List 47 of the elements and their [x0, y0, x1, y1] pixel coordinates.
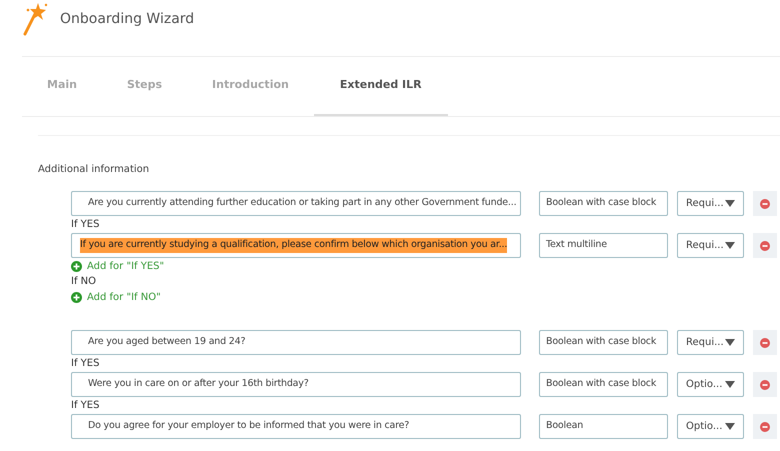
remove-button[interactable] [753, 191, 777, 216]
branch-label: If YES [71, 357, 100, 371]
requirement-dropdown[interactable]: Requi... [677, 330, 744, 355]
caret-icon [725, 381, 735, 388]
question-field[interactable]: Are you aged between 19 and 24? [71, 330, 521, 355]
remove-button[interactable] [753, 414, 777, 439]
caret-icon [725, 200, 735, 207]
question-text: If you are currently studying a qualification, please confirm below which organisation you ar... [80, 238, 508, 253]
remove-button[interactable] [753, 233, 777, 258]
type-field[interactable]: Text multiline [539, 233, 668, 258]
question-text: Are you currently attending further education or taking part in any other Government funde... [87, 196, 516, 210]
minus-circle-icon [760, 198, 770, 208]
tab[interactable]: Extended ILR [314, 57, 448, 116]
caret-icon [725, 242, 735, 249]
branch-label: If NO [71, 275, 96, 289]
remove-button[interactable] [753, 330, 777, 355]
plus-circle-icon [71, 260, 82, 272]
type-field[interactable]: Boolean with case block [539, 191, 668, 216]
branch-label: If YES [71, 218, 100, 232]
requirement-dropdown[interactable]: Optio... [677, 372, 744, 397]
magic-wand-icon [22, 2, 48, 36]
type-field[interactable]: Boolean [539, 414, 668, 439]
question-text: Were you in care on or after your 16th birthday? [87, 377, 309, 392]
question-text: Do you agree for your employer to be informed that you were in care? [87, 419, 410, 434]
requirement-dropdown[interactable]: Requi... [677, 191, 744, 216]
question-field[interactable]: If you are currently studying a qualification, please confirm below which organisation you ar... [71, 233, 521, 258]
add-link[interactable]: Add for "If NO" [71, 290, 161, 304]
remove-button[interactable] [753, 372, 777, 397]
question-field[interactable]: Are you currently attending further education or taking part in any other Government funde... [71, 191, 521, 216]
caret-icon [725, 423, 735, 430]
type-field[interactable]: Boolean with case block [539, 372, 668, 397]
minus-circle-icon [760, 338, 770, 348]
add-link[interactable]: Add for "If YES" [71, 259, 164, 273]
minus-circle-icon [760, 422, 770, 432]
section-title: Additional information [38, 163, 150, 177]
minus-circle-icon [760, 380, 770, 390]
question-text: Are you aged between 19 and 24? [87, 335, 246, 350]
requirement-dropdown[interactable]: Requi... [677, 233, 744, 258]
question-field[interactable]: Do you agree for your employer to be informed that you were in care? [71, 414, 521, 439]
question-field[interactable]: Were you in care on or after your 16th birthday? [71, 372, 521, 397]
type-field[interactable]: Boolean with case block [539, 330, 668, 355]
branch-label: If YES [71, 399, 100, 413]
plus-circle-icon [71, 292, 82, 302]
minus-circle-icon [760, 240, 770, 250]
requirement-dropdown[interactable]: Optio... [677, 414, 744, 439]
caret-icon [725, 339, 735, 346]
page-title: Onboarding Wizard [60, 10, 194, 28]
